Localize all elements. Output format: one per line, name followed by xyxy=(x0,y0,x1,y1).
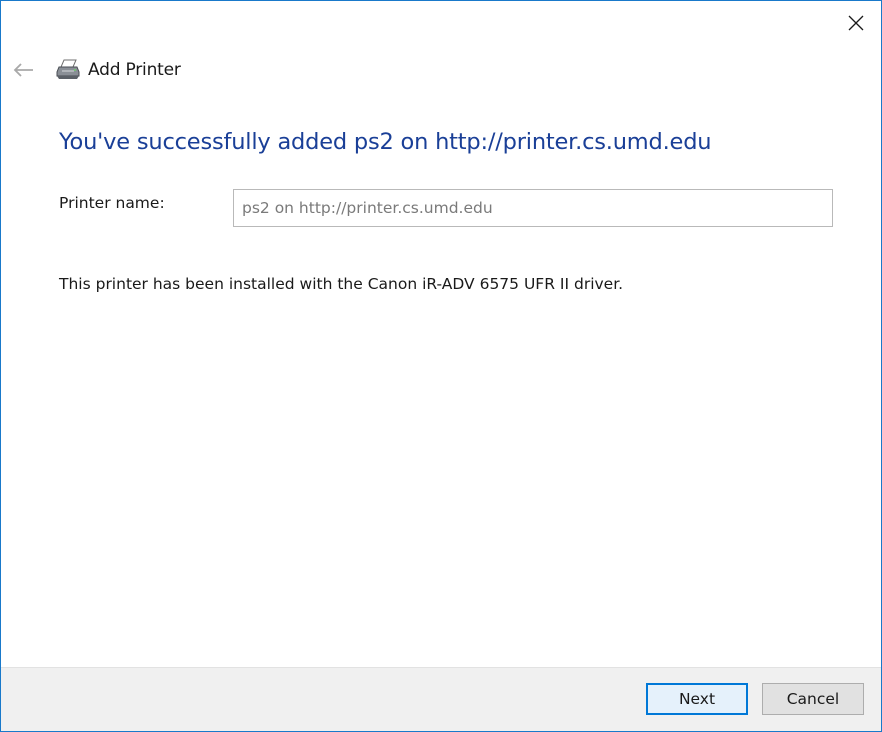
close-button[interactable] xyxy=(837,5,875,41)
add-printer-dialog: Add Printer You've successfully added ps… xyxy=(0,0,882,732)
driver-info-text: This printer has been installed with the… xyxy=(59,275,624,293)
dialog-footer: Next Cancel xyxy=(1,667,881,731)
back-button[interactable] xyxy=(9,57,37,83)
printer-name-label: Printer name: xyxy=(59,194,165,212)
printer-icon xyxy=(55,58,81,82)
close-icon xyxy=(848,15,864,31)
cancel-button[interactable]: Cancel xyxy=(762,683,864,715)
success-heading: You've successfully added ps2 on http://… xyxy=(59,129,712,155)
back-arrow-icon xyxy=(13,63,33,77)
dialog-header: Add Printer xyxy=(55,55,181,85)
dialog-title: Add Printer xyxy=(88,60,181,80)
printer-name-input[interactable] xyxy=(233,189,833,227)
next-button[interactable]: Next xyxy=(646,683,748,715)
